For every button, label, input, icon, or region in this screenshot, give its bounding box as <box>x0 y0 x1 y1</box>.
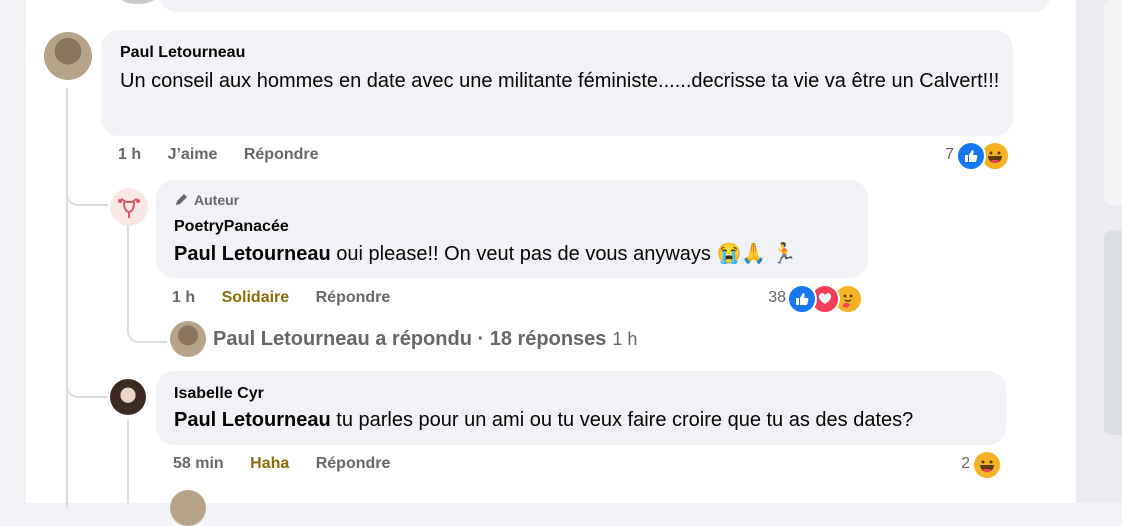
comment-author[interactable]: Isabelle Cyr <box>174 385 264 403</box>
avatar-paul[interactable] <box>44 32 92 80</box>
uterus-icon <box>118 198 140 218</box>
avatar-paul-bottom[interactable] <box>170 490 206 526</box>
thread-connector <box>66 170 108 206</box>
reply-line <box>127 420 129 503</box>
comment-author[interactable]: Paul Letourneau <box>120 44 245 62</box>
reply-author[interactable]: PoetryPanacée <box>174 218 289 236</box>
comment-actions: 1 h J’aime Répondre <box>118 146 341 164</box>
thread-connector <box>66 360 108 398</box>
avatar-isabelle[interactable] <box>110 379 146 415</box>
like-icon <box>956 141 986 171</box>
right-card-image <box>1104 230 1122 435</box>
reply-line <box>127 226 129 316</box>
reply-text: Paul Letourneau oui please!! On veut pas… <box>174 243 797 265</box>
pencil-icon <box>176 194 187 205</box>
mention-link[interactable]: Paul Letourneau <box>174 409 331 431</box>
reply-connector <box>127 305 167 343</box>
haha-button[interactable]: Haha <box>250 455 289 472</box>
reaction-count[interactable]: 2 <box>930 455 970 473</box>
thread-line <box>66 88 68 508</box>
comment-text: Paul Letourneau tu parles pour un ami ou… <box>174 409 914 431</box>
reply-actions: 1 h Solidaire Répondre <box>172 289 412 307</box>
like-icon <box>787 284 817 314</box>
avatar-paul-small[interactable] <box>170 321 206 357</box>
right-card-top <box>1104 0 1122 205</box>
author-tag: Auteur <box>174 192 239 208</box>
solidaire-button[interactable]: Solidaire <box>222 289 290 306</box>
reply-button[interactable]: Répondre <box>316 289 391 306</box>
like-button[interactable]: J’aime <box>168 146 218 163</box>
mention-link[interactable]: Paul Letourneau <box>174 243 331 265</box>
comment-time[interactable]: 58 min <box>173 455 224 472</box>
avatar-poetrypanacee[interactable] <box>110 188 148 226</box>
reply-button[interactable]: Répondre <box>244 146 319 163</box>
reply-button[interactable]: Répondre <box>316 455 391 472</box>
reaction-count[interactable]: 7 <box>920 146 954 164</box>
reaction-count[interactable]: 38 <box>752 289 786 307</box>
comment-actions: 58 min Haha Répondre <box>173 455 412 473</box>
previous-comment-bubble <box>160 0 1050 12</box>
view-replies-link[interactable]: Paul Letourneau a répondu · 18 réponses 1… <box>213 328 637 351</box>
reply-time[interactable]: 1 h <box>172 289 195 306</box>
comment-time[interactable]: 1 h <box>118 146 141 163</box>
comment-text: Un conseil aux hommes en date avec une m… <box>120 70 1000 92</box>
haha-icon <box>972 450 1002 480</box>
